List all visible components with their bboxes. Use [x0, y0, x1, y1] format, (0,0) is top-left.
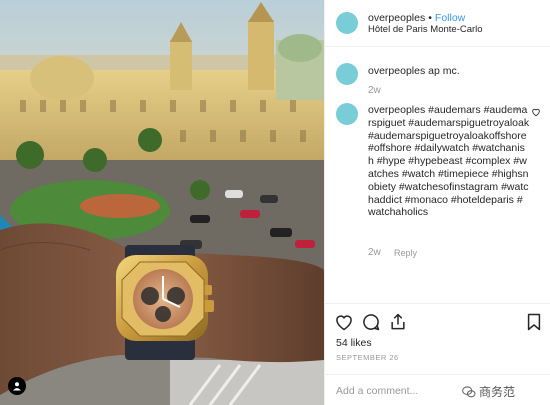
monte-carlo-watch-photo — [0, 0, 324, 405]
author-avatar[interactable] — [336, 12, 358, 34]
watermark: 商务范 — [462, 383, 515, 400]
commenter-avatar[interactable] — [336, 63, 358, 85]
comment-time[interactable]: 2w — [368, 247, 381, 258]
user-tag-icon — [13, 382, 21, 391]
watermark-text: 商务范 — [479, 385, 516, 399]
follow-button[interactable]: Follow — [435, 12, 465, 24]
likes-count[interactable]: 54 likes — [336, 337, 372, 349]
separator-dot: • — [428, 12, 432, 24]
comment-body: ap mc. — [428, 65, 460, 77]
comment-time[interactable]: 2w — [368, 85, 381, 96]
share-icon — [391, 313, 405, 330]
bookmark-icon — [527, 313, 541, 331]
share-button[interactable] — [388, 312, 408, 332]
comment-hashtags[interactable]: #audemars #audemarspiguet #audemarspigue… — [368, 104, 529, 218]
save-button[interactable] — [524, 312, 544, 332]
commenter-avatar[interactable] — [336, 103, 358, 125]
comment-username[interactable]: overpeoples — [368, 104, 425, 116]
post-side-panel: overpeoples • Follow Hôtel de Paris Monte-… — [324, 0, 550, 405]
post-date: SEPTEMBER 26 — [336, 353, 399, 362]
wechat-icon — [462, 385, 476, 397]
comment-button[interactable] — [361, 312, 381, 332]
add-comment-bar: Add a comment... 商务范 — [325, 374, 550, 405]
post-actions: 54 likes SEPTEMBER 26 Add a comment... 商… — [325, 303, 550, 405]
comment-like-heart-icon[interactable] — [531, 107, 541, 117]
heart-icon — [336, 315, 352, 331]
comments-list: overpeoples ap mc. 2w overpeoples #audem… — [325, 47, 550, 303]
like-button[interactable] — [334, 312, 354, 332]
comment-text: overpeoples #audemars #audemarspiguet #a… — [368, 104, 530, 219]
more-options-icon[interactable]: ••• — [510, 105, 521, 114]
reply-button[interactable]: Reply — [394, 248, 417, 258]
post-header: overpeoples • Follow Hôtel de Paris Monte-… — [325, 0, 550, 47]
comment-icon — [363, 314, 380, 331]
comment-username[interactable]: overpeoples — [368, 65, 425, 77]
location-link[interactable]: Hôtel de Paris Monte-Carlo — [368, 24, 483, 35]
user-tag-button[interactable] — [8, 377, 26, 395]
post-photo[interactable] — [0, 0, 324, 405]
author-username[interactable]: overpeoples — [368, 12, 425, 24]
comment-text: overpeoples ap mc. — [368, 65, 460, 77]
add-comment-input[interactable]: Add a comment... — [336, 385, 418, 397]
